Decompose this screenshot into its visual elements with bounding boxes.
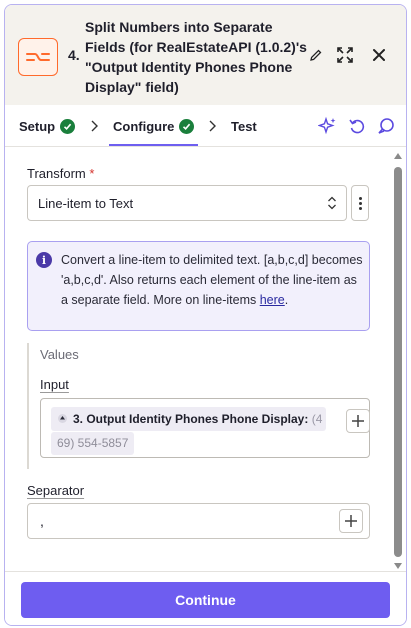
step-title[interactable]: Split Numbers into Separate Fields (for … <box>85 17 307 97</box>
transform-label: Transform * <box>27 166 94 181</box>
info-text: Convert a line-item to delimited text. [… <box>61 250 366 310</box>
transform-select-value: Line-item to Text <box>38 196 134 211</box>
mapped-field-value: (4 <box>311 412 323 426</box>
separator-label: Separator <box>27 483 85 498</box>
required-marker: * <box>89 166 95 181</box>
input-field[interactable]: 3. Output Identity Phones Phone Display:… <box>40 398 370 458</box>
step-tabs: Setup Configure Test <box>5 105 406 147</box>
updown-chevron-icon <box>328 196 336 210</box>
chevron-right-icon <box>91 120 98 132</box>
chevron-right-icon <box>209 120 216 132</box>
mapped-field-value-continued: 69) 554-5857 <box>51 432 135 455</box>
more-options-button[interactable] <box>351 185 369 221</box>
insert-data-button[interactable] <box>346 409 370 433</box>
rename-button[interactable] <box>306 45 326 65</box>
scroll-down-arrow-icon[interactable] <box>394 563 402 569</box>
check-circle-icon <box>60 118 76 134</box>
info-description: Convert a line-item to delimited text. [… <box>61 253 363 307</box>
scrollbar[interactable] <box>391 149 405 571</box>
api-app-icon <box>58 414 67 423</box>
scrollbar-thumb[interactable] <box>394 167 402 557</box>
active-tab-indicator <box>109 144 198 146</box>
info-callout: i Convert a line-item to delimited text.… <box>27 241 370 331</box>
formatter-icon <box>18 38 58 76</box>
close-button[interactable] <box>369 45 389 65</box>
plus-icon <box>352 415 364 427</box>
tab-label: Test <box>231 118 257 134</box>
mapped-field-label: 3. Output Identity Phones Phone Display: <box>73 412 309 426</box>
tab-setup[interactable]: Setup <box>19 105 76 147</box>
plus-icon <box>345 515 357 527</box>
expand-icon <box>337 47 353 63</box>
pencil-icon <box>310 49 322 61</box>
input-label: Input <box>40 377 69 392</box>
line-items-help-link[interactable]: here <box>260 293 285 307</box>
sparkle-icon <box>318 116 336 135</box>
info-icon: i <box>36 252 52 268</box>
footer: Continue <box>5 571 406 625</box>
undo-button[interactable] <box>347 116 367 136</box>
mapped-field-pill[interactable]: 3. Output Identity Phones Phone Display:… <box>51 407 327 431</box>
undo-icon <box>349 119 365 134</box>
transform-label-text: Transform <box>27 166 86 181</box>
ai-assist-button[interactable] <box>318 116 338 136</box>
comment-icon <box>378 118 394 134</box>
values-heading: Values <box>40 347 79 362</box>
info-period: . <box>284 293 289 307</box>
separator-field[interactable]: , <box>27 503 370 539</box>
continue-button[interactable]: Continue <box>21 582 390 618</box>
comment-button[interactable] <box>376 116 396 136</box>
expand-button[interactable] <box>335 45 355 65</box>
tab-label: Configure <box>113 118 175 134</box>
step-number: 4. <box>68 47 80 63</box>
transform-select[interactable]: Line-item to Text <box>27 185 347 221</box>
step-header: 4. Split Numbers into Separate Fields (f… <box>5 5 406 105</box>
separator-value: , <box>40 513 44 529</box>
insert-data-button[interactable] <box>339 509 363 533</box>
check-circle-icon <box>179 118 195 134</box>
tab-test[interactable]: Test <box>231 105 257 147</box>
scroll-up-arrow-icon[interactable] <box>394 153 402 159</box>
step-editor-panel: 4. Split Numbers into Separate Fields (f… <box>4 4 407 626</box>
tab-label: Setup <box>19 118 56 134</box>
values-group-bar <box>27 343 29 469</box>
close-icon <box>373 49 385 61</box>
tab-configure[interactable]: Configure <box>113 105 195 147</box>
